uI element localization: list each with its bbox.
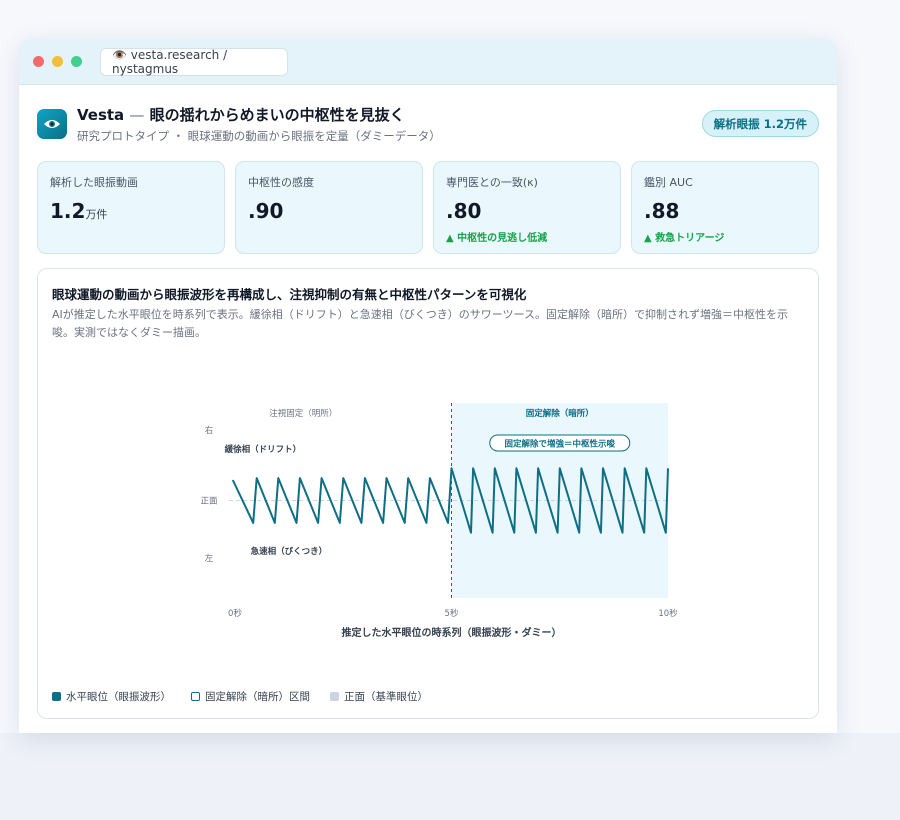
page-subtitle: 研究プロトタイプ ・ 眼球運動の動画から眼振を定量（ダミーデータ） xyxy=(77,129,441,143)
legend-label: 水平眼位（眼振波形） xyxy=(66,691,171,703)
minimize-window-button[interactable] xyxy=(52,56,63,67)
stat-trend-note: ▲ 中枢性の見逃し低減 xyxy=(446,233,548,244)
region-label-dark: 固定解除（暗所） xyxy=(526,408,594,419)
stat-value: 1.2万件 xyxy=(50,199,108,223)
chart-legend: 水平眼位（眼振波形） 固定解除（暗所）区間 正面（基準眼位） xyxy=(52,689,448,704)
region-label-light: 注視固定（明所） xyxy=(269,408,337,419)
legend-label: 正面（基準眼位） xyxy=(344,691,428,703)
maximize-window-button[interactable] xyxy=(71,56,82,67)
x-axis-label: 推定した水平眼位の時系列（眼振波形・ダミー） xyxy=(342,626,562,639)
legend-item: 固定解除（暗所）区間 xyxy=(191,689,310,704)
slow-phase-annotation: 緩徐相（ドリフト） xyxy=(225,444,302,455)
fast-phase-annotation: 急速相（びくつき） xyxy=(251,546,328,557)
title-separator: — xyxy=(129,106,145,124)
app-tagline: 眼の揺れからめまいの中枢性を見抜く xyxy=(149,106,405,124)
legend-swatch-line xyxy=(52,692,61,701)
eye-icon xyxy=(44,120,60,128)
close-window-button[interactable] xyxy=(33,56,44,67)
address-bar[interactable]: 👁️ vesta.research / nystagmus xyxy=(100,48,288,76)
waveform-panel: 眼球運動の動画から眼振波形を再構成し、注視抑制の有無と中枢性パターンを可視化 A… xyxy=(37,268,819,719)
y-tick-label: 左 xyxy=(205,553,214,564)
stat-trend-note: ▲ 救急トリアージ xyxy=(644,233,725,244)
stat-value: .80 xyxy=(446,199,482,223)
browser-window: 👁️ vesta.research / nystagmus Vesta — 眼の… xyxy=(19,39,837,733)
x-tick-label: 10秒 xyxy=(658,608,678,619)
x-tick-label: 5秒 xyxy=(445,608,459,619)
stat-label: 解析した眼振動画 xyxy=(50,176,138,189)
legend-swatch-baseline xyxy=(330,692,339,701)
stat-label: 鑑別 AUC xyxy=(644,176,693,189)
x-tick-label: 0秒 xyxy=(228,608,242,619)
stat-card-kappa: 専門医との一致(κ) .80 ▲ 中枢性の見逃し低減 xyxy=(433,161,621,254)
legend-label: 固定解除（暗所）区間 xyxy=(205,691,310,703)
stat-card-sensitivity: 中枢性の感度 .90 xyxy=(235,161,423,254)
stat-card-auc: 鑑別 AUC .88 ▲ 救急トリアージ xyxy=(631,161,819,254)
page-title: Vesta — 眼の揺れからめまいの中枢性を見抜く xyxy=(77,104,405,125)
app-name: Vesta xyxy=(77,106,125,124)
stat-value: .88 xyxy=(644,199,680,223)
legend-swatch-region xyxy=(191,692,200,701)
stat-value: .90 xyxy=(248,199,284,223)
browser-titlebar: 👁️ vesta.research / nystagmus xyxy=(19,39,837,85)
callout: 固定解除で増強＝中枢性示唆 xyxy=(489,434,631,452)
y-tick-label: 右 xyxy=(205,425,214,436)
callout-text: 固定解除で増強＝中枢性示唆 xyxy=(504,439,615,450)
stat-label: 中枢性の感度 xyxy=(248,176,314,189)
analysis-count-badge: 解析眼振 1.2万件 xyxy=(701,110,819,137)
stat-unit: 万件 xyxy=(85,208,108,221)
y-tick-label: 正面 xyxy=(200,497,218,507)
legend-item: 正面（基準眼位） xyxy=(330,689,428,704)
stat-card-videos: 解析した眼振動画 1.2万件 xyxy=(37,161,225,254)
legend-item: 水平眼位（眼振波形） xyxy=(52,689,171,704)
url-text: 👁️ vesta.research / nystagmus xyxy=(112,48,228,76)
app-logo xyxy=(37,109,67,139)
nystagmus-chart: 注視固定（明所） 固定解除（暗所） 固定解除で増強＝中枢性示唆 緩徐相（ドリフト… xyxy=(200,403,678,639)
stat-label: 専門医との一致(κ) xyxy=(446,176,538,189)
